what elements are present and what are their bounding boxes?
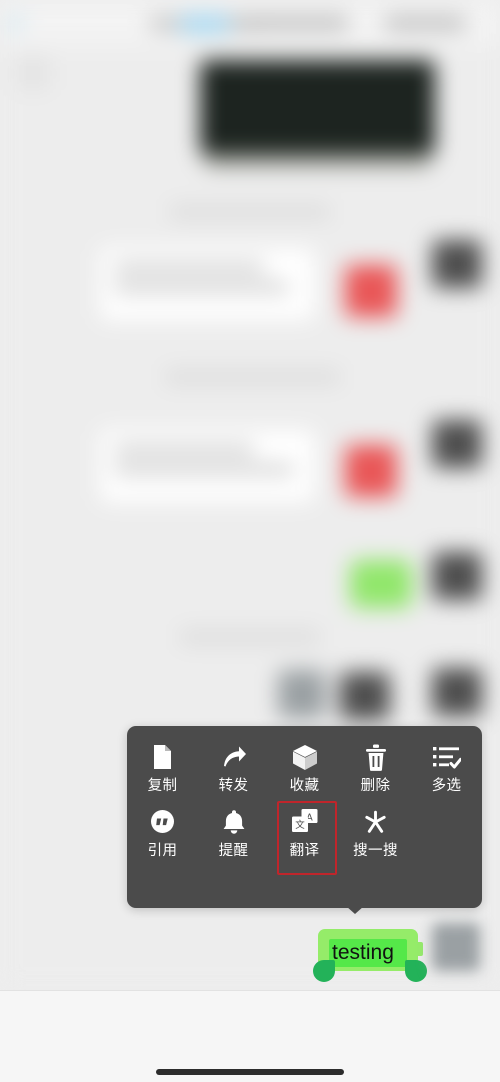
- search-sousou-star-icon: [362, 807, 389, 837]
- message-text: testing: [332, 941, 394, 964]
- message-context-menu[interactable]: 复制 转发 收藏 删除 多选 引用 提醒 A 文 翻译 搜一搜: [127, 726, 482, 908]
- outgoing-bubble-redacted-1: [350, 560, 412, 608]
- menu-item-reminder-label: 提醒: [218, 842, 249, 859]
- forward-arrow-icon: [221, 742, 247, 772]
- menu-item-multi-select[interactable]: 多选: [411, 742, 482, 794]
- menu-item-multi-select-label: 多选: [431, 778, 462, 794]
- bell-reminder-icon: [222, 807, 246, 837]
- dark-media-caption-redacted: [205, 152, 430, 168]
- avatar-redacted-gray-1: [278, 670, 326, 718]
- avatar-redacted-dark-3: [432, 552, 482, 600]
- menu-item-copy[interactable]: 复制: [127, 742, 198, 794]
- bubble-tail: [413, 942, 423, 956]
- menu-item-copy-label: 复制: [147, 778, 178, 794]
- selected-message-row: testing: [0, 915, 500, 987]
- avatar-redacted-red-2: [345, 445, 397, 497]
- menu-item-reminder[interactable]: 提醒: [198, 807, 269, 859]
- copy-document-icon: [152, 742, 173, 772]
- avatar-redacted-red-1: [345, 265, 397, 317]
- selection-handle-end[interactable]: [405, 960, 427, 982]
- favorite-box-icon: [292, 742, 318, 772]
- quote-bubble-icon: [150, 807, 175, 837]
- menu-item-search[interactable]: 搜一搜: [340, 807, 411, 859]
- context-menu-row-2: 引用 提醒 A 文 翻译 搜一搜: [127, 794, 482, 874]
- chat-title-accent-redacted: [180, 14, 230, 34]
- incoming-bubble-redacted-1: [100, 248, 315, 320]
- trash-delete-icon: [365, 742, 387, 772]
- timestamp-redacted-3: [180, 630, 320, 644]
- home-indicator: [156, 1069, 344, 1075]
- menu-item-quote-label: 引用: [147, 842, 178, 859]
- menu-item-forward[interactable]: 转发: [198, 742, 269, 794]
- menu-item-forward-label: 转发: [218, 778, 249, 794]
- navbar-text-redacted-1: [238, 16, 348, 30]
- context-menu-caret-icon: [346, 906, 364, 914]
- navbar-text-redacted-2: [385, 16, 465, 30]
- multi-select-list-icon: [432, 742, 461, 772]
- menu-item-delete[interactable]: 删除: [340, 742, 411, 794]
- selection-handle-start[interactable]: [313, 960, 335, 982]
- dark-media-block-redacted: [200, 60, 435, 155]
- avatar-redacted-dark-4: [340, 672, 390, 720]
- timestamp-redacted-2: [165, 370, 340, 384]
- svg-text:文: 文: [295, 819, 305, 831]
- menu-item-search-label: 搜一搜: [353, 842, 398, 859]
- incoming-bubble-redacted-2: [100, 430, 315, 502]
- menu-item-favorite-label: 收藏: [289, 778, 320, 794]
- avatar-redacted-dark-1: [432, 240, 482, 288]
- sender-avatar-redacted[interactable]: [432, 923, 480, 971]
- menu-item-favorite[interactable]: 收藏: [269, 742, 340, 794]
- timestamp-redacted-1: [170, 205, 330, 219]
- menu-item-quote[interactable]: 引用: [127, 807, 198, 859]
- avatar-redacted-dark-5: [432, 668, 482, 716]
- menu-item-delete-label: 删除: [360, 778, 391, 794]
- translate-cards-icon: A 文: [291, 807, 319, 837]
- avatar-redacted-top: [16, 56, 50, 90]
- avatar-redacted-dark-2: [432, 420, 482, 468]
- context-menu-row-1: 复制 转发 收藏 删除 多选: [127, 726, 482, 794]
- menu-item-translate[interactable]: A 文 翻译: [269, 800, 340, 874]
- menu-item-translate-label: 翻译: [289, 842, 320, 859]
